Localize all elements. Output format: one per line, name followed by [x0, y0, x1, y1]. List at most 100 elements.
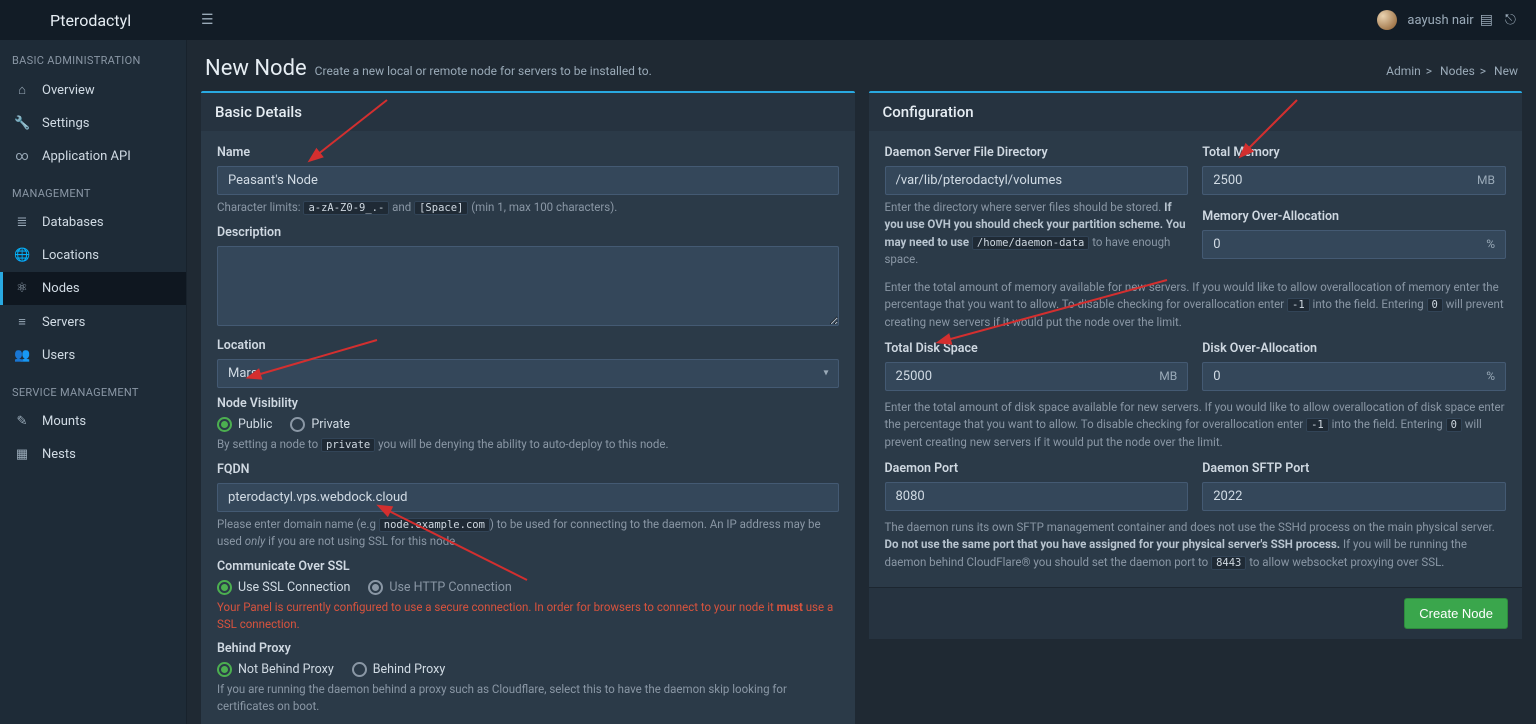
disk-over-unit: % — [1476, 362, 1506, 391]
sidebar-item-label: Application API — [42, 149, 131, 164]
user-name: aayush nair — [1407, 13, 1473, 28]
sidebar-item-label: Locations — [42, 248, 99, 263]
page-subtitle: Create a new local or remote node for se… — [315, 64, 652, 78]
location-label: Location — [217, 338, 839, 353]
sidebar-item-label: Users — [42, 348, 75, 363]
description-label: Description — [217, 225, 839, 240]
sidebar-item-label: Overview — [42, 83, 95, 98]
topbar: Pterodactyl ☰ aayush nair ▤ ⎋ — [0, 0, 1536, 40]
daemon-dir-help: Enter the directory where server files s… — [885, 199, 1189, 269]
description-input[interactable] — [217, 246, 839, 326]
sidebar-section-title: MANAGEMENT — [0, 173, 186, 206]
basic-details-title: Basic Details — [201, 93, 855, 131]
radio-icon — [217, 662, 232, 677]
breadcrumb-admin[interactable]: Admin — [1386, 64, 1421, 78]
daemon-port-input[interactable] — [885, 482, 1189, 511]
create-node-button[interactable]: Create Node — [1404, 598, 1508, 629]
home-icon: ⌂ — [14, 82, 30, 98]
sidebar-item-mounts[interactable]: ✎ Mounts — [0, 405, 186, 438]
proxy-help: If you are running the daemon behind a p… — [217, 681, 839, 716]
ssl-warning: Your Panel is currently configured to us… — [217, 599, 839, 634]
proxy-not-behind[interactable]: Not Behind Proxy — [217, 662, 334, 677]
configuration-title: Configuration — [869, 93, 1523, 131]
visibility-private[interactable]: Private — [290, 417, 350, 432]
magic-icon: ✎ — [14, 414, 30, 429]
ssl-label: Communicate Over SSL — [217, 559, 839, 574]
radio-icon — [352, 662, 367, 677]
visibility-public[interactable]: Public — [217, 417, 272, 432]
sidebar-item-label: Nests — [42, 447, 76, 462]
globe-icon: 🌐 — [14, 248, 30, 263]
sitemap-icon: ⚛ — [14, 281, 30, 296]
name-input[interactable] — [217, 166, 839, 195]
visibility-label: Node Visibility — [217, 396, 839, 411]
link-icon: ∞ — [14, 149, 30, 164]
proxy-label: Behind Proxy — [217, 641, 839, 656]
fqdn-help: Please enter domain name (e.g node.examp… — [217, 516, 839, 551]
configuration-panel: Configuration Daemon Server File Directo… — [869, 91, 1523, 639]
sidebar-section-title: BASIC ADMINISTRATION — [0, 40, 186, 73]
sidebar-item-application-api[interactable]: ∞ Application API — [0, 140, 186, 173]
breadcrumb-nodes[interactable]: Nodes — [1440, 64, 1475, 78]
radio-icon — [368, 580, 383, 595]
radio-icon — [217, 580, 232, 595]
disk-unit: MB — [1149, 362, 1188, 391]
radio-icon — [217, 417, 232, 432]
breadcrumb: Admin> Nodes> New — [1386, 64, 1518, 78]
sftp-port-input[interactable] — [1202, 482, 1506, 511]
brand-title: Pterodactyl — [0, 0, 187, 40]
sidebar-item-settings[interactable]: 🔧 Settings — [0, 107, 186, 140]
wrench-icon: 🔧 — [14, 116, 30, 131]
memory-unit: MB — [1467, 166, 1506, 195]
fqdn-label: FQDN — [217, 462, 839, 477]
disk-help: Enter the total amount of disk space ava… — [885, 399, 1507, 451]
memory-help: Enter the total amount of memory availab… — [885, 279, 1507, 331]
user-menu[interactable]: aayush nair — [1377, 10, 1473, 30]
sidebar-item-label: Mounts — [42, 414, 86, 429]
sidebar-item-label: Settings — [42, 116, 89, 131]
total-memory-input[interactable] — [1202, 166, 1467, 195]
ssl-use-ssl[interactable]: Use SSL Connection — [217, 580, 350, 595]
fqdn-input[interactable] — [217, 483, 839, 512]
memory-over-input[interactable] — [1202, 230, 1476, 259]
ssl-use-http: Use HTTP Connection — [368, 580, 511, 595]
sidebar-item-servers[interactable]: ≡Servers — [0, 305, 186, 339]
memory-over-unit: % — [1476, 230, 1506, 259]
sidebar-item-nodes[interactable]: ⚛ Nodes — [0, 272, 186, 305]
page-title: New Node — [205, 56, 307, 81]
menu-toggle-icon[interactable]: ☰ — [187, 12, 228, 28]
sidebar-section-title: SERVICE MANAGEMENT — [0, 372, 186, 405]
proxy-behind[interactable]: Behind Proxy — [352, 662, 446, 677]
content: New Node Create a new local or remote no… — [187, 40, 1536, 724]
breadcrumb-new: New — [1494, 64, 1518, 78]
sidebar-item-label: Servers — [42, 315, 85, 330]
daemon-port-label: Daemon Port — [885, 461, 1189, 476]
logout-icon[interactable]: ⎋ — [1499, 12, 1522, 28]
visibility-help: By setting a node to private you will be… — [217, 436, 839, 454]
sidebar-item-locations[interactable]: 🌐 Locations — [0, 239, 186, 272]
sidebar-item-users[interactable]: 👥 Users — [0, 339, 186, 372]
memory-over-label: Memory Over-Allocation — [1202, 209, 1506, 224]
th-icon: ▦ — [14, 447, 30, 462]
location-select[interactable]: Mars — [217, 359, 839, 388]
disk-over-input[interactable] — [1202, 362, 1476, 391]
database-icon: ≣ — [14, 215, 30, 230]
sidebar: BASIC ADMINISTRATION ⌂ Overview 🔧 Settings ∞ A… — [0, 40, 187, 724]
port-help: The daemon runs its own SFTP management … — [885, 519, 1507, 571]
sidebar-item-label: Databases — [42, 215, 104, 230]
daemon-dir-label: Daemon Server File Directory — [885, 145, 1189, 160]
sidebar-item-label: Nodes — [42, 281, 80, 296]
total-disk-input[interactable] — [885, 362, 1150, 391]
basic-details-panel: Basic Details Name Character limits: a-z… — [201, 91, 855, 724]
daemon-dir-input[interactable] — [885, 166, 1189, 195]
name-label: Name — [217, 145, 839, 160]
sidebar-item-overview[interactable]: ⌂ Overview — [0, 73, 186, 107]
grid-icon[interactable]: ▤ — [1474, 12, 1499, 28]
sidebar-item-nests[interactable]: ▦ Nests — [0, 438, 186, 471]
avatar — [1377, 10, 1397, 30]
total-memory-label: Total Memory — [1202, 145, 1506, 160]
name-help: Character limits: a-zA-Z0-9_.- and [Spac… — [217, 199, 839, 217]
users-icon: 👥 — [14, 348, 30, 363]
sidebar-item-databases[interactable]: ≣ Databases — [0, 206, 186, 239]
radio-icon — [290, 417, 305, 432]
